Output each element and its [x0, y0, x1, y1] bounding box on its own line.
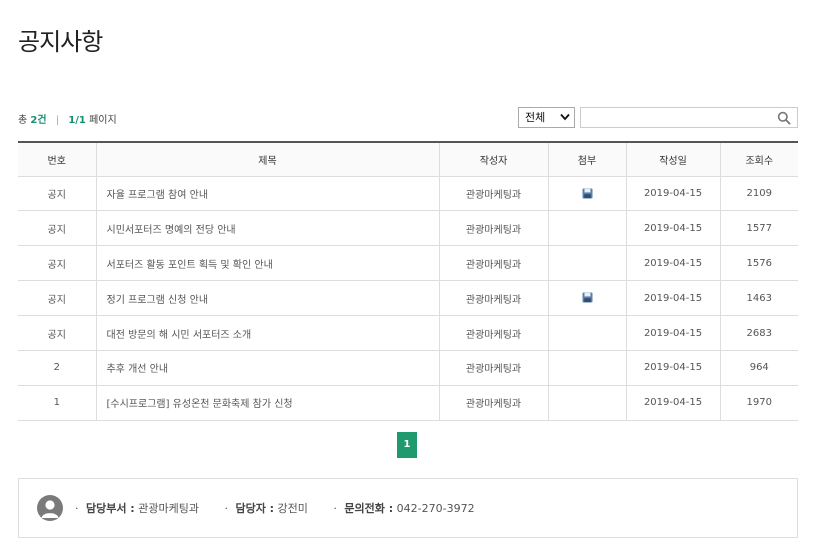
post-title-link[interactable]: 시민서포터즈 명예의 전당 안내: [107, 225, 236, 236]
col-header-author: 작성자: [438, 141, 548, 177]
cell-attachment[interactable]: [547, 176, 626, 212]
cell-subject: 추후 개선 안내: [95, 350, 439, 386]
cell-author: 관광마케팅과: [438, 350, 548, 386]
cell-date: 2019-04-15: [625, 350, 720, 386]
col-header-subject: 제목: [95, 141, 439, 177]
cell-date: 2019-04-15: [625, 315, 720, 351]
contact-phone: · 문의전화 : 042-270-3972: [333, 502, 474, 515]
cell-subject: 서포터즈 활동 포인트 획득 및 확인 안내: [95, 245, 439, 282]
cell-views: 1576: [719, 245, 798, 282]
col-header-views: 조회수: [719, 141, 798, 177]
search-filter-select[interactable]: 전체: [518, 107, 575, 128]
cell-views: 1577: [719, 210, 798, 247]
dept-label: 담당부서 :: [86, 502, 135, 515]
cell-attachment: [547, 315, 626, 351]
contact-person: · 담당자 : 강전미: [224, 502, 311, 515]
post-title-link[interactable]: 자율 프로그램 참여 안내: [107, 190, 209, 201]
search-input[interactable]: [585, 110, 769, 130]
col-header-date: 작성일: [625, 141, 720, 177]
floppy-disk-icon[interactable]: [582, 188, 593, 199]
contact-dept: · 담당부서 : 관광마케팅과: [75, 502, 202, 515]
phone-value: 042-270-3972: [396, 502, 475, 515]
cell-subject: 정기 프로그램 신청 안내: [95, 280, 439, 317]
table-row: 공지 서포터즈 활동 포인트 획득 및 확인 안내 관광마케팅과 2019-04-15…: [18, 245, 798, 282]
cell-subject: 시민서포터즈 명예의 전당 안내: [95, 210, 439, 247]
dept-value: 관광마케팅과: [138, 502, 199, 515]
cell-author: 관광마케팅과: [438, 210, 548, 247]
pagination-page-1[interactable]: 1: [397, 432, 417, 458]
cell-author: 관광마케팅과: [438, 280, 548, 317]
cell-number: 공지: [18, 176, 96, 212]
post-title-link[interactable]: 정기 프로그램 신청 안내: [107, 295, 209, 306]
post-title-link[interactable]: 대전 방문의 해 시민 서포터즈 소개: [107, 330, 252, 341]
col-header-attachment: 첨부: [547, 141, 626, 177]
person-value: 강전미: [277, 502, 308, 515]
cell-number: 공지: [18, 315, 96, 351]
page-title: 공지사항: [18, 28, 103, 56]
cell-date: 2019-04-15: [625, 245, 720, 282]
cell-subject: 자율 프로그램 참여 안내: [95, 176, 439, 212]
cell-views: 2109: [719, 176, 798, 212]
table-row: 공지 대전 방문의 해 시민 서포터즈 소개 관광마케팅과 2019-04-15 268…: [18, 315, 798, 351]
cell-views: 964: [719, 350, 798, 386]
total-prefix: 총: [18, 115, 28, 126]
cell-attachment: [547, 350, 626, 386]
bullet-icon: ·: [333, 502, 337, 515]
post-title-link[interactable]: [수시프로그램] 유성온천 문화축제 참가 신청: [107, 399, 293, 410]
cell-views: 2683: [719, 315, 798, 351]
cell-views: 1463: [719, 280, 798, 317]
table-row: 공지 자율 프로그램 참여 안내 관광마케팅과 2019-04-15 2109: [18, 176, 798, 212]
cell-date: 2019-04-15: [625, 280, 720, 317]
floppy-disk-icon[interactable]: [582, 292, 593, 304]
bullet-icon: ·: [75, 502, 79, 515]
table-header-row: 번호 제목 작성자 첨부 작성일 조회수: [18, 141, 798, 177]
contact-info-box: · 담당부서 : 관광마케팅과 · 담당자 : 강전미 · 문의전화 : 042…: [18, 478, 798, 538]
search-filter-value: 전체: [525, 111, 546, 124]
cell-author: 관광마케팅과: [438, 176, 548, 212]
cell-author: 관광마케팅과: [438, 245, 548, 282]
cell-number: 1: [18, 385, 96, 421]
page-suffix: 페이지: [89, 115, 117, 126]
table-row: 공지 시민서포터즈 명예의 전당 안내 관광마케팅과 2019-04-15 1577: [18, 210, 798, 247]
table-row: 2 추후 개선 안내 관광마케팅과 2019-04-15 964: [18, 350, 798, 386]
cell-attachment: [547, 385, 626, 421]
cell-subject: 대전 방문의 해 시민 서포터즈 소개: [95, 315, 439, 351]
cell-attachment[interactable]: [547, 280, 626, 317]
cell-number: 공지: [18, 245, 96, 282]
chevron-down-icon: [560, 113, 570, 121]
cell-author: 관광마케팅과: [438, 385, 548, 421]
cell-views: 1970: [719, 385, 798, 421]
cell-date: 2019-04-15: [625, 385, 720, 421]
phone-label: 문의전화 :: [344, 502, 394, 515]
contact-details: · 담당부서 : 관광마케팅과 · 담당자 : 강전미 · 문의전화 : 042…: [75, 500, 497, 516]
person-label: 담당자 :: [235, 502, 275, 515]
summary-divider: |: [55, 115, 60, 126]
search-icon[interactable]: [777, 111, 791, 125]
cell-attachment: [547, 245, 626, 282]
table-body: 공지 자율 프로그램 참여 안내 관광마케팅과 2019-04-15 2109 공지 시민서…: [18, 176, 798, 421]
cell-number: 공지: [18, 280, 96, 317]
search-box: [580, 107, 798, 130]
post-title-link[interactable]: 추후 개선 안내: [107, 364, 169, 375]
cell-subject: [수시프로그램] 유성온천 문화축제 참가 신청: [95, 385, 439, 421]
cell-attachment: [547, 210, 626, 247]
board-summary: 총 2건 | 1/1 페이지: [18, 111, 117, 126]
col-header-number: 번호: [18, 141, 96, 177]
bullet-icon: ·: [224, 502, 228, 515]
table-row: 1 [수시프로그램] 유성온천 문화축제 참가 신청 관광마케팅과 2019-04-1…: [18, 385, 798, 421]
cell-author: 관광마케팅과: [438, 315, 548, 351]
table-row: 공지 정기 프로그램 신청 안내 관광마케팅과 2019-04-15 1463: [18, 280, 798, 317]
cell-date: 2019-04-15: [625, 210, 720, 247]
notice-table: 번호 제목 작성자 첨부 작성일 조회수 공지 자율 프로그램 참여 안내 관광마케…: [18, 141, 798, 421]
cell-date: 2019-04-15: [625, 176, 720, 212]
cell-number: 공지: [18, 210, 96, 247]
post-title-link[interactable]: 서포터즈 활동 포인트 획득 및 확인 안내: [107, 260, 273, 271]
cell-number: 2: [18, 350, 96, 386]
user-avatar-icon: [37, 495, 63, 521]
total-count: 2건: [30, 115, 47, 126]
page-indicator: 1/1: [68, 115, 86, 126]
